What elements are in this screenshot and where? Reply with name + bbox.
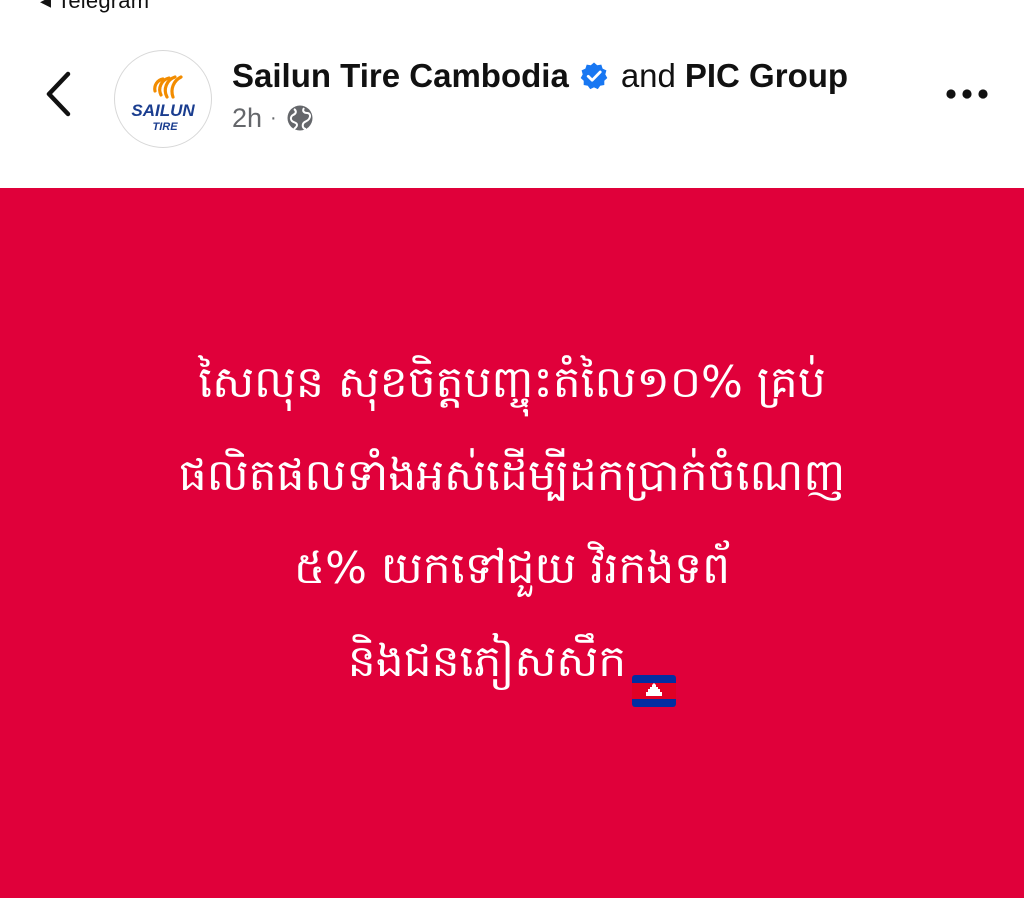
post-line-3: ៥% យកទៅជួយ វិរកងទព័ xyxy=(293,543,731,594)
and-connector: and xyxy=(620,57,676,94)
sailun-logo: SAILUN TIRE xyxy=(131,75,195,133)
bottom-divider xyxy=(0,898,1024,908)
globe-icon xyxy=(285,103,315,133)
svg-text:TIRE: TIRE xyxy=(152,121,178,133)
post-text-image[interactable]: សៃលុន សុខចិត្តបញ្ចុះតំលៃ១០% គ្រប់ ផលិតផល… xyxy=(0,188,1024,898)
more-options-button[interactable] xyxy=(940,74,994,114)
post-message: សៃលុន សុខចិត្តបញ្ចុះតំលៃ១០% គ្រប់ ផលិតផល… xyxy=(0,336,1024,708)
page-name-link[interactable]: Sailun Tire Cambodia xyxy=(232,57,569,95)
post-author-line: Sailun Tire Cambodia and PIC Group xyxy=(232,54,848,98)
facebook-post-screen: ◂ Telegram SAILUN TIRE Sailun Tire Cambo… xyxy=(0,0,1024,908)
meta-separator: · xyxy=(270,106,277,129)
coauthor-name-link[interactable]: PIC Group xyxy=(685,57,848,95)
verified-badge-icon xyxy=(579,61,609,91)
post-line-2: ផលិតផលទាំងអស់ដើម្បីដកប្រាក់ចំណេញ xyxy=(178,450,846,501)
post-timestamp[interactable]: 2h xyxy=(232,103,262,134)
post-header: SAILUN TIRE Sailun Tire Cambodia and PIC… xyxy=(0,20,1024,188)
page-avatar[interactable]: SAILUN TIRE xyxy=(114,50,212,148)
cambodia-flag-icon xyxy=(632,646,677,707)
more-horizontal-icon xyxy=(946,89,988,99)
back-to-telegram-link[interactable]: ◂ Telegram xyxy=(40,0,149,14)
post-line-4-wrap: និងជនភៀសសឹក xyxy=(0,615,1024,708)
chevron-left-icon xyxy=(46,71,71,117)
post-meta: 2h · xyxy=(232,100,315,136)
post-line-1: សៃលុន សុខចិត្តបញ្ចុះតំលៃ១០% គ្រប់ xyxy=(198,357,826,408)
svg-text:SAILUN: SAILUN xyxy=(131,101,195,120)
back-button[interactable] xyxy=(34,68,82,120)
post-line-4: និងជនភៀសសឹក xyxy=(347,636,627,687)
